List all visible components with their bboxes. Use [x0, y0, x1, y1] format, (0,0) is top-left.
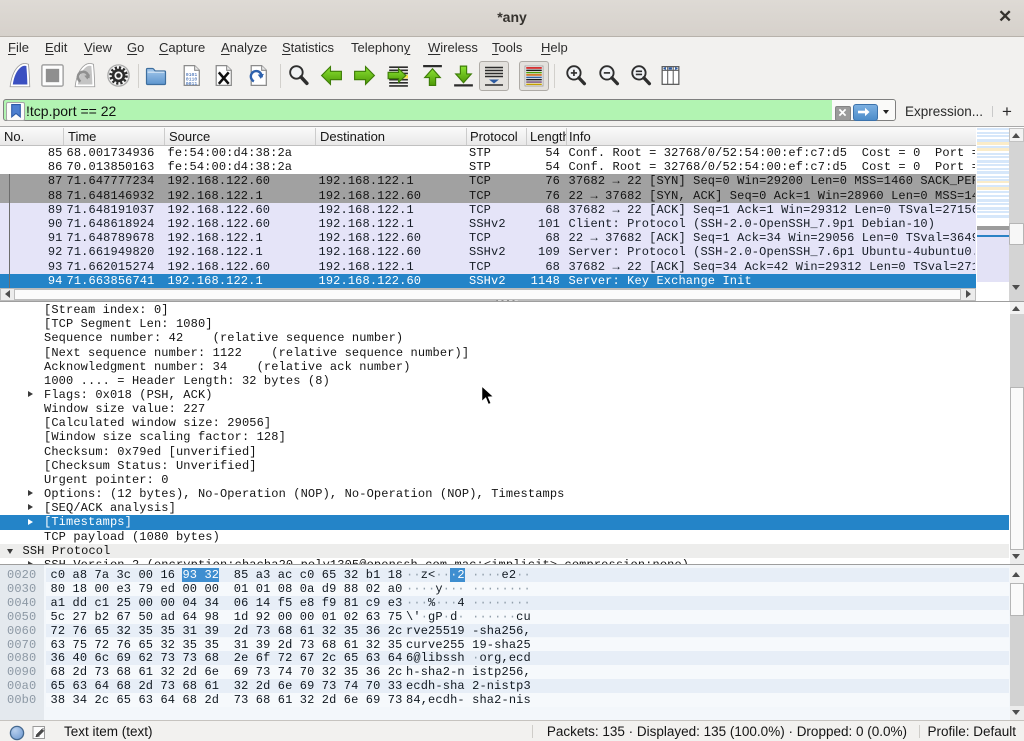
- svg-text:0011: 0011: [186, 81, 198, 87]
